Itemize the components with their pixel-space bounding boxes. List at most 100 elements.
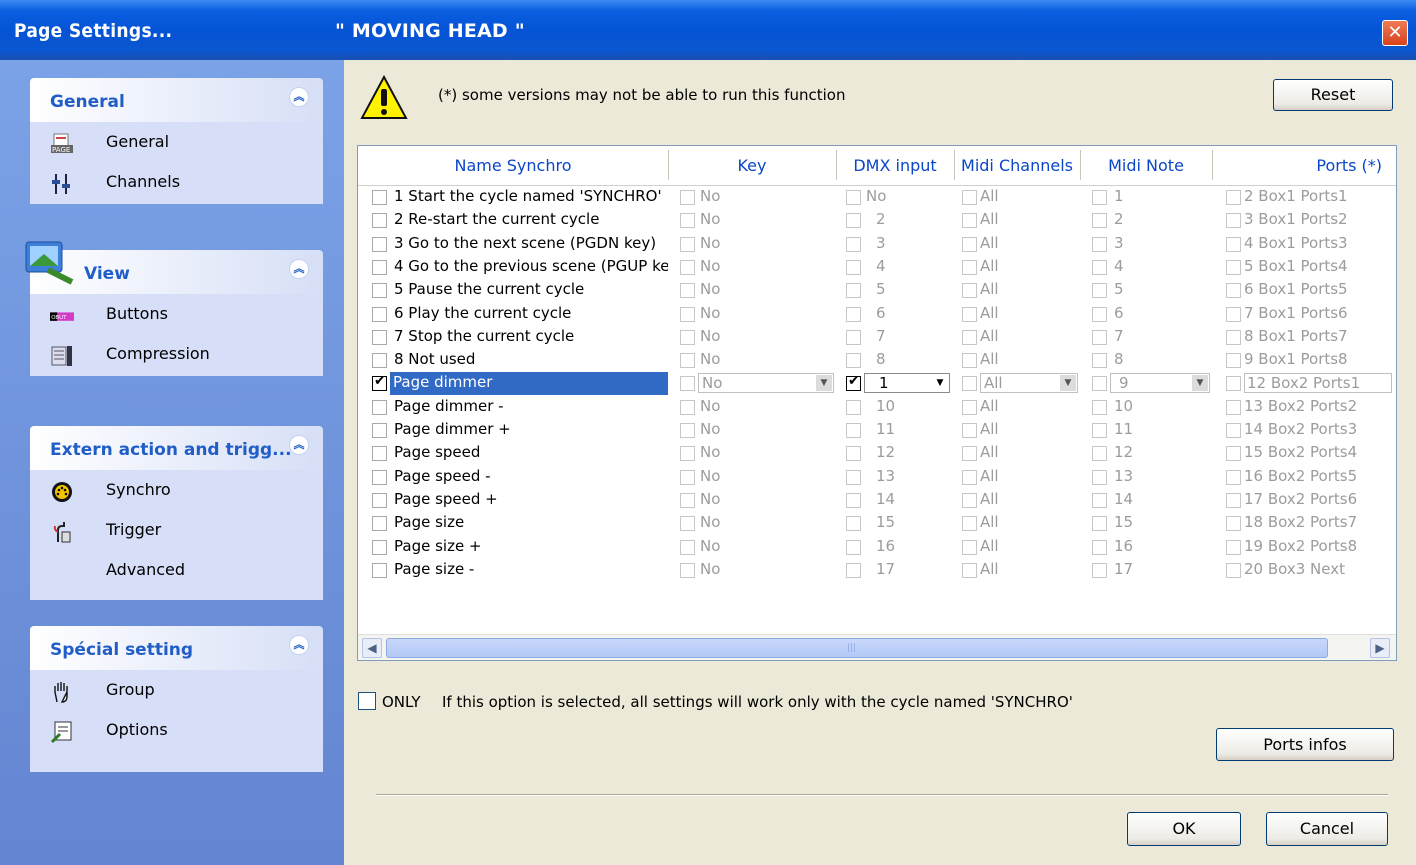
midi-checkbox[interactable] [962, 306, 977, 322]
port-checkbox[interactable] [1226, 283, 1241, 299]
reset-button[interactable]: Reset [1273, 79, 1393, 111]
note-checkbox[interactable] [1092, 376, 1107, 392]
note-checkbox[interactable] [1092, 306, 1107, 322]
port-checkbox[interactable] [1226, 329, 1241, 345]
column-header[interactable]: Name Synchro [358, 156, 668, 175]
table-row[interactable]: ✔ Page dimmer No ▼ ✔ 1 ▼ All ▼ 9 ▼ 12 Box2 Ports1 [358, 372, 1396, 396]
column-header[interactable]: Midi Note [1080, 156, 1212, 175]
port-checkbox[interactable] [1226, 399, 1241, 415]
row-checkbox[interactable] [372, 562, 387, 578]
column-header[interactable]: DMX input [836, 156, 954, 175]
row-checkbox[interactable] [372, 236, 387, 252]
note-checkbox[interactable] [1092, 353, 1107, 369]
key-checkbox[interactable] [680, 190, 695, 205]
port-checkbox[interactable] [1226, 236, 1241, 252]
note-checkbox[interactable] [1092, 539, 1107, 555]
midi-checkbox[interactable] [962, 423, 977, 438]
port-select[interactable]: 12 Box2 Ports1 [1244, 373, 1392, 394]
dmx-checkbox[interactable] [846, 353, 861, 369]
note-checkbox[interactable] [1092, 469, 1107, 485]
port-checkbox[interactable] [1226, 539, 1241, 555]
row-checkbox[interactable] [372, 213, 387, 229]
note-checkbox[interactable] [1092, 329, 1107, 345]
table-row[interactable]: 3 Go to the next scene (PGDN key) No 3 All 3… [358, 233, 1396, 256]
table-row[interactable]: Page speed + No 14 All 14 17 Box2 Ports6 [358, 489, 1396, 512]
midi-checkbox[interactable] [962, 376, 977, 392]
table-row[interactable]: Page speed No 12 All 12 15 Box2 Ports4 [358, 442, 1396, 465]
dmx-checkbox[interactable] [846, 516, 861, 532]
key-checkbox[interactable] [680, 283, 695, 299]
midi-checkbox[interactable] [962, 213, 977, 229]
collapse-icon[interactable]: ︽ [289, 259, 309, 279]
scroll-left-icon[interactable]: ◀ [362, 638, 382, 658]
table-row[interactable]: 6 Play the current cycle No 6 All 6 7 Box1 Po… [358, 303, 1396, 326]
row-checkbox[interactable] [372, 516, 387, 532]
midi-checkbox[interactable] [962, 516, 977, 532]
dmx-checkbox[interactable] [846, 423, 861, 438]
key-select[interactable]: No ▼ [698, 373, 834, 394]
row-checkbox[interactable] [372, 259, 387, 275]
dmx-checkbox[interactable] [846, 539, 861, 555]
table-row[interactable]: Page size - No 17 All 17 20 Box3 Next [358, 559, 1396, 582]
key-checkbox[interactable] [680, 446, 695, 462]
port-checkbox[interactable] [1226, 423, 1241, 438]
scroll-right-icon[interactable]: ▶ [1370, 638, 1390, 658]
table-row[interactable]: 4 Go to the previous scene (PGUP key) No 4… [358, 256, 1396, 279]
port-checkbox[interactable] [1226, 469, 1241, 485]
dmx-checkbox[interactable] [846, 236, 861, 252]
port-checkbox[interactable] [1226, 376, 1241, 392]
table-row[interactable]: Page size No 15 All 15 18 Box2 Ports7 [358, 512, 1396, 535]
key-checkbox[interactable] [680, 399, 695, 415]
table-row[interactable]: 2 Re-start the current cycle No 2 All 2 3 Box… [358, 209, 1396, 232]
dmx-checkbox[interactable] [846, 259, 861, 275]
key-checkbox[interactable] [680, 539, 695, 555]
port-checkbox[interactable] [1226, 259, 1241, 275]
only-checkbox[interactable] [358, 692, 376, 710]
midi-checkbox[interactable] [962, 283, 977, 299]
midi-checkbox[interactable] [962, 329, 977, 345]
midi-checkbox[interactable] [962, 469, 977, 485]
dmx-checkbox[interactable] [846, 213, 861, 229]
midi-checkbox[interactable] [962, 259, 977, 275]
row-checkbox[interactable] [372, 190, 387, 205]
midi-checkbox[interactable] [962, 190, 977, 205]
key-checkbox[interactable] [680, 376, 695, 392]
note-checkbox[interactable] [1092, 399, 1107, 415]
table-row[interactable]: Page speed - No 13 All 13 16 Box2 Ports5 [358, 466, 1396, 489]
collapse-icon[interactable]: ︽ [289, 635, 309, 655]
group-header-general[interactable]: General ︽ [30, 78, 323, 122]
midi-select[interactable]: All ▼ [980, 373, 1078, 394]
key-checkbox[interactable] [680, 329, 695, 345]
group-header-special[interactable]: Spécial setting ︽ [30, 626, 323, 670]
key-checkbox[interactable] [680, 213, 695, 229]
row-checkbox[interactable] [372, 423, 387, 438]
table-row[interactable]: Page dimmer - No 10 All 10 13 Box2 Ports2 [358, 396, 1396, 419]
dmx-checkbox[interactable] [846, 446, 861, 462]
port-checkbox[interactable] [1226, 190, 1241, 205]
port-checkbox[interactable] [1226, 353, 1241, 369]
table-row[interactable]: Page size + No 16 All 16 19 Box2 Ports8 [358, 536, 1396, 559]
note-checkbox[interactable] [1092, 492, 1107, 508]
dmx-checkbox[interactable] [846, 492, 861, 508]
port-checkbox[interactable] [1226, 306, 1241, 322]
midi-checkbox[interactable] [962, 236, 977, 252]
synchro-grid[interactable]: Name Synchro Key DMX input Midi Channels… [357, 145, 1397, 661]
ok-button[interactable]: OK [1127, 812, 1241, 846]
note-checkbox[interactable] [1092, 516, 1107, 532]
key-checkbox[interactable] [680, 259, 695, 275]
ports-infos-button[interactable]: Ports infos [1216, 728, 1394, 761]
table-row[interactable]: 5 Pause the current cycle No 5 All 5 6 Box1 P… [358, 279, 1396, 302]
close-button[interactable]: ✕ [1382, 20, 1408, 46]
dmx-checkbox[interactable]: ✔ [846, 373, 861, 392]
table-row[interactable]: 1 Start the cycle named 'SYNCHRO' No No All… [358, 186, 1396, 209]
row-checkbox[interactable] [372, 329, 387, 345]
row-checkbox[interactable]: ✔ [372, 373, 387, 392]
dmx-checkbox[interactable] [846, 399, 861, 415]
column-header[interactable]: Midi Channels [954, 156, 1080, 175]
column-header[interactable]: Key [668, 156, 836, 175]
horizontal-scrollbar[interactable]: ◀ ||| ▶ [358, 634, 1396, 660]
dmx-checkbox[interactable] [846, 190, 861, 205]
key-checkbox[interactable] [680, 469, 695, 485]
key-checkbox[interactable] [680, 492, 695, 508]
port-checkbox[interactable] [1226, 516, 1241, 532]
